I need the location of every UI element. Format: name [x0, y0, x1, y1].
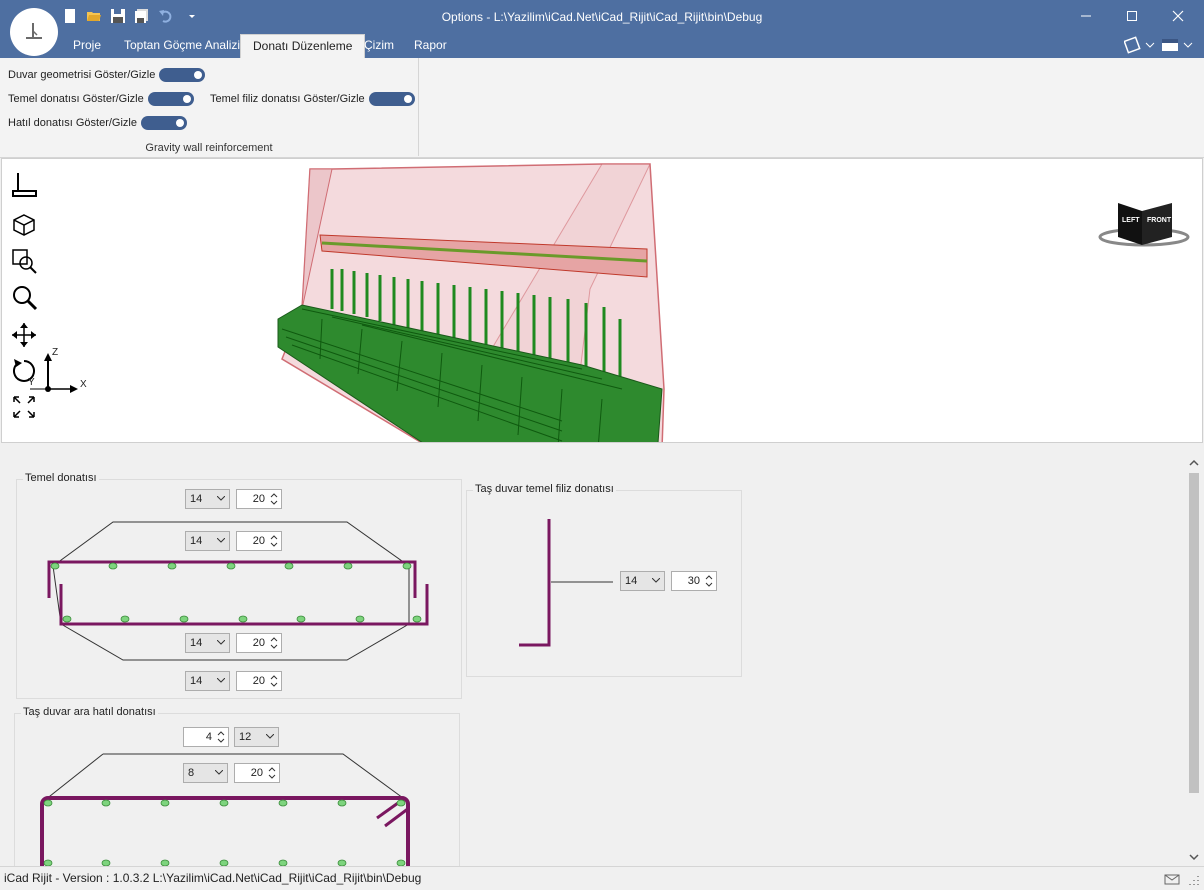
maximize-icon[interactable]	[1109, 0, 1155, 32]
temel-diameter-select-4[interactable]: 14	[185, 671, 230, 691]
undo-icon[interactable]	[158, 8, 174, 24]
scrollbar-thumb[interactable]	[1189, 473, 1199, 793]
zoom-icon[interactable]	[10, 283, 38, 311]
tab-donati-duzenleme[interactable]: Donatı Düzenleme	[240, 34, 366, 58]
close-icon[interactable]	[1155, 0, 1201, 32]
vertical-scrollbar[interactable]	[1186, 455, 1202, 865]
scroll-up-icon[interactable]	[1186, 457, 1202, 469]
view-cube[interactable]: LEFT FRONT	[1096, 197, 1190, 249]
filiz-diameter-select[interactable]: 14	[620, 571, 665, 591]
viewcube-left-label: LEFT	[1122, 217, 1140, 224]
status-text: iCad Rijit - Version : 1.0.3.2 L:\Yazili…	[4, 871, 422, 885]
isometric-view-icon[interactable]	[10, 211, 38, 239]
duvar-toggle-switch[interactable]	[159, 68, 206, 82]
tab-cizim[interactable]: Çizim	[352, 34, 406, 58]
mail-icon[interactable]	[1164, 872, 1180, 886]
axis-triad: Z X Y	[24, 347, 94, 397]
wall-3d-model	[277, 163, 665, 442]
reinforcement-editor: Temel donatısı 14 20 14 20 14 20 14 20 T…	[0, 443, 1204, 866]
hatil-toggle-switch[interactable]	[141, 116, 187, 130]
temel-toggle-switch[interactable]	[147, 92, 194, 106]
minimize-icon[interactable]	[1063, 0, 1109, 32]
hatil-count-spinner[interactable]: 4	[183, 727, 229, 747]
save-icon[interactable]	[110, 8, 126, 24]
temel-donatisi-group: Temel donatısı 14 20 14 20 14 20 14 20	[16, 472, 462, 699]
hatil-stirrup-diameter-select[interactable]: 8	[183, 763, 228, 783]
temel-spacing-spinner-1[interactable]: 20	[236, 489, 282, 509]
scroll-down-icon[interactable]	[1186, 851, 1202, 863]
save-all-icon[interactable]	[134, 8, 150, 24]
ribbon-panel: Duvar geometrisi Göster/Gizle Temel dona…	[0, 58, 1204, 158]
dropdown-icon[interactable]	[184, 8, 200, 24]
toggle-temel-filiz[interactable]: Temel filiz donatısı Göster/Gizle	[210, 90, 415, 108]
3d-viewport[interactable]: Z X Y LEFT FRONT	[1, 158, 1203, 443]
toggle-temel-donatisi[interactable]: Temel donatısı Göster/Gizle	[8, 90, 194, 108]
ribbon-separator	[418, 58, 419, 156]
wall-section-icon[interactable]	[10, 171, 38, 199]
filiz-spacing-spinner[interactable]: 30	[671, 571, 717, 591]
tab-rapor[interactable]: Rapor	[402, 34, 459, 58]
fit-extents-icon[interactable]	[10, 393, 38, 421]
resize-grip-icon[interactable]	[1188, 874, 1200, 886]
view-style-icon[interactable]	[1123, 36, 1156, 54]
tab-toptan-gocme-analizi[interactable]: Toptan Göçme Analizi	[112, 34, 252, 58]
hatil-stirrup-spacing-spinner[interactable]: 20	[234, 763, 280, 783]
hatil-donatisi-group: Taş duvar ara hatıl donatısı 4 12 8 20	[14, 706, 460, 866]
axis-x-label: X	[80, 379, 87, 390]
theme-icon[interactable]	[1160, 36, 1194, 54]
ribbon-group-label: Gravity wall reinforcement	[145, 142, 273, 154]
filiz-toggle-switch[interactable]	[368, 92, 415, 106]
temel-spacing-spinner-2[interactable]: 20	[236, 531, 282, 551]
temel-diameter-select-2[interactable]: 14	[185, 531, 230, 551]
toggle-duvar-geometrisi[interactable]: Duvar geometrisi Göster/Gizle	[8, 66, 206, 84]
zoom-window-icon[interactable]	[10, 247, 38, 275]
status-bar: iCad Rijit - Version : 1.0.3.2 L:\Yazili…	[0, 866, 1204, 890]
temel-spacing-spinner-4[interactable]: 20	[236, 671, 282, 691]
window-title: Options - L:\Yazilim\iCad.Net\iCad_Rijit…	[441, 10, 763, 24]
temel-diameter-select-1[interactable]: 14	[185, 489, 230, 509]
hatil-long-diameter-select[interactable]: 12	[234, 727, 279, 747]
toggle-hatil-donatisi[interactable]: Hatıl donatısı Göster/Gizle	[8, 114, 187, 132]
tab-proje[interactable]: Proje	[61, 34, 113, 58]
temel-section-drawing	[47, 521, 429, 661]
title-bar: Options - L:\Yazilim\iCad.Net\iCad_Rijit…	[0, 0, 1204, 58]
viewcube-front-label: FRONT	[1147, 217, 1172, 224]
filiz-donatisi-group: Taş duvar temel filiz donatısı 14 30	[466, 483, 742, 677]
open-folder-icon[interactable]	[86, 8, 102, 24]
pan-icon[interactable]	[10, 321, 38, 349]
axis-z-label: Z	[52, 347, 59, 358]
temel-diameter-select-3[interactable]: 14	[185, 633, 230, 653]
new-file-icon[interactable]	[62, 8, 78, 24]
axis-y-label: Y	[28, 377, 35, 388]
temel-spacing-spinner-3[interactable]: 20	[236, 633, 282, 653]
app-logo-icon[interactable]	[10, 8, 58, 56]
